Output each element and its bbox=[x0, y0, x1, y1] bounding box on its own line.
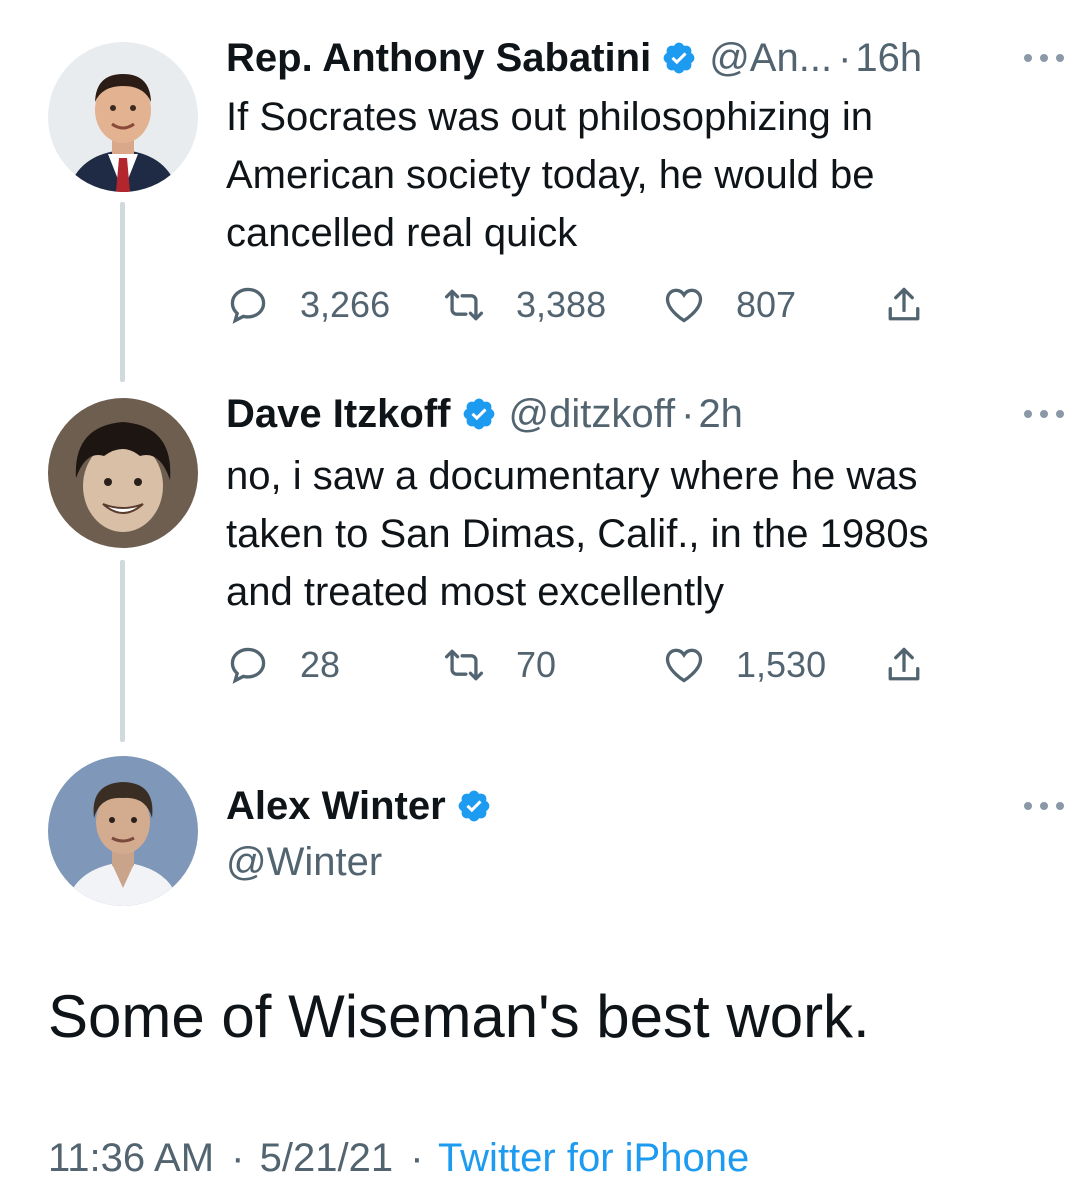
reply-count: 3,266 bbox=[300, 284, 391, 325]
heart-icon bbox=[665, 288, 703, 323]
main-tweet-header: Alex Winter @Winter bbox=[226, 778, 504, 885]
thread-line-2 bbox=[120, 560, 125, 742]
tweet-text-line: no, i saw a documentary where he was bbox=[226, 454, 918, 498]
reply-icon bbox=[230, 647, 266, 684]
share-button[interactable] bbox=[882, 640, 926, 690]
reply-button[interactable]: 3,266 bbox=[226, 280, 390, 330]
verified-badge-icon bbox=[461, 396, 497, 432]
retweet-count: 70 bbox=[516, 644, 557, 685]
tweet-text-line: taken to San Dimas, Calif., in the 1980s bbox=[226, 512, 929, 556]
retweet-icon bbox=[444, 289, 484, 321]
heart-icon bbox=[665, 648, 703, 683]
main-tweet-text: Some of Wiseman's best work. bbox=[48, 983, 870, 1050]
retweet-icon bbox=[444, 649, 484, 681]
like-count: 1,530 bbox=[736, 644, 827, 685]
tweet-source-link[interactable]: Twitter for iPhone bbox=[438, 1136, 749, 1180]
more-options-icon[interactable] bbox=[1024, 48, 1064, 68]
tweet-time[interactable]: 16h bbox=[855, 36, 922, 81]
tweet-1-header: Rep. Anthony Sabatini @An... · 16h bbox=[226, 33, 922, 83]
tweet-time[interactable]: 2h bbox=[698, 392, 743, 437]
share-button[interactable] bbox=[882, 280, 926, 330]
share-icon bbox=[888, 647, 920, 681]
reply-icon bbox=[230, 287, 266, 324]
tweet-text-line: If Socrates was out philosophizing in bbox=[226, 95, 874, 139]
separator-dot: · bbox=[410, 1136, 424, 1180]
author-handle[interactable]: @Winter bbox=[226, 840, 504, 885]
thread-line-1 bbox=[120, 202, 125, 382]
author-handle[interactable]: @ditzkoff bbox=[509, 392, 676, 437]
share-icon bbox=[888, 287, 920, 321]
like-count: 807 bbox=[736, 284, 797, 325]
verified-badge-icon bbox=[661, 40, 697, 76]
separator-dot: · bbox=[681, 391, 695, 436]
tweet-1-actions: 3,266 3,388 807 bbox=[226, 280, 946, 330]
avatar-sabatini[interactable] bbox=[48, 42, 198, 192]
reply-button[interactable]: 28 bbox=[226, 640, 340, 690]
tweet-2-text: no, i saw a documentary where he was tak… bbox=[226, 447, 1046, 621]
tweet-2-actions: 28 70 1,530 bbox=[226, 640, 946, 690]
author-name[interactable]: Alex Winter bbox=[226, 784, 446, 829]
more-options-icon[interactable] bbox=[1024, 796, 1064, 816]
more-options-icon[interactable] bbox=[1024, 404, 1064, 424]
reply-count: 28 bbox=[300, 644, 341, 685]
author-handle[interactable]: @An... bbox=[709, 36, 832, 81]
tweet-2-header: Dave Itzkoff @ditzkoff · 2h bbox=[226, 389, 743, 439]
author-name[interactable]: Rep. Anthony Sabatini bbox=[226, 36, 651, 81]
tweet-text-line: American society today, he would be bbox=[226, 153, 875, 197]
retweet-button[interactable]: 3,388 bbox=[442, 280, 606, 330]
verified-badge-icon bbox=[456, 788, 492, 824]
retweet-count: 3,388 bbox=[516, 284, 607, 325]
retweet-button[interactable]: 70 bbox=[442, 640, 556, 690]
tweet-date[interactable]: 5/21/21 bbox=[260, 1136, 393, 1180]
separator-dot: · bbox=[838, 35, 852, 80]
avatar-itzkoff[interactable] bbox=[48, 398, 198, 548]
like-button[interactable]: 1,530 bbox=[662, 640, 826, 690]
tweet-1-text: If Socrates was out philosophizing in Am… bbox=[226, 88, 1046, 262]
tweet-text-line: cancelled real quick bbox=[226, 211, 578, 255]
avatar-winter[interactable] bbox=[48, 756, 198, 906]
tweet-text-line: and treated most excellently bbox=[226, 570, 725, 614]
like-button[interactable]: 807 bbox=[662, 280, 796, 330]
tweet-time[interactable]: 11:36 AM bbox=[48, 1136, 214, 1180]
author-name[interactable]: Dave Itzkoff bbox=[226, 392, 451, 437]
separator-dot: · bbox=[231, 1136, 245, 1180]
tweet-footer: 11:36 AM · 5/21/21 · Twitter for iPhone bbox=[48, 1136, 749, 1181]
